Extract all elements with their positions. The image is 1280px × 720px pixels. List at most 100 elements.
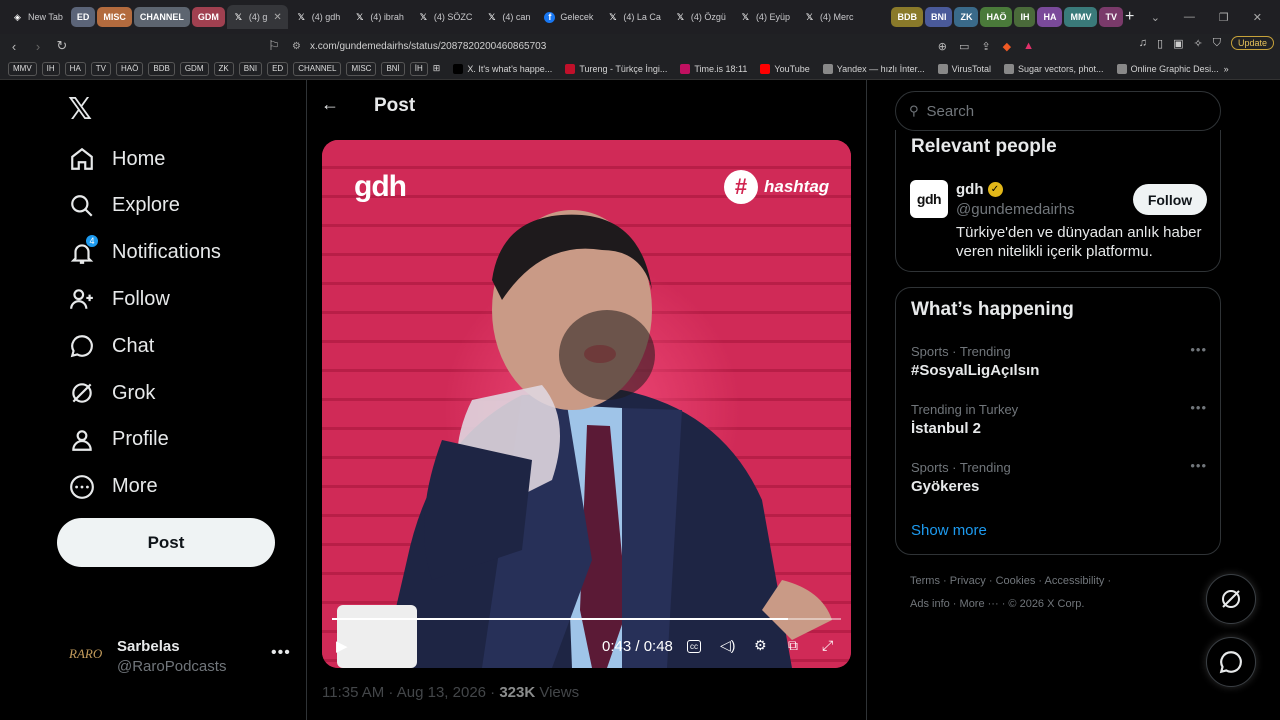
video-progress-bar[interactable] — [332, 618, 841, 620]
bookmark-item[interactable]: Online Graphic Desi... — [1116, 63, 1219, 74]
apps-grid-icon[interactable]: ⊞ — [433, 63, 441, 74]
restore-icon[interactable]: ❐ — [1219, 11, 1229, 24]
forward-nav-icon[interactable]: › — [28, 39, 48, 54]
footer-link[interactable]: Ads info — [910, 598, 950, 610]
browser-tab[interactable]: 𝕏 (4) SÖZC — [412, 5, 479, 29]
sidebar-icon[interactable]: ▯ — [1157, 37, 1163, 50]
bookmark-folder[interactable]: ZK — [213, 61, 234, 76]
pip-icon[interactable]: ⧉ — [788, 637, 798, 654]
sidebar-item-profile[interactable]: Profile — [69, 420, 169, 460]
video-player[interactable]: gdh # hashtag ▶ 0:43 / 0:48 cc ◁) ⚙ ⧉ ⤢ — [322, 140, 851, 668]
footer-link[interactable]: Accessibility — [1045, 575, 1105, 587]
x-logo-icon[interactable]: 𝕏 — [68, 92, 92, 127]
bookmark-folder[interactable]: CHANNEL — [293, 61, 342, 76]
relevant-name-row[interactable]: gdh ✓ — [956, 181, 1003, 198]
tab-group-right-6[interactable]: MMV — [1064, 7, 1098, 27]
tab-close-icon[interactable]: ✕ — [273, 12, 281, 23]
sidebar-item-more[interactable]: More — [69, 467, 158, 507]
vpn-icon[interactable]: ⛉ — [1213, 37, 1221, 50]
bookmark-item[interactable]: Yandex — hızlı İnter... — [822, 63, 925, 74]
settings-icon[interactable]: ⚙ — [754, 637, 767, 654]
cast-icon[interactable]: ▭ — [959, 40, 969, 53]
footer-link[interactable]: More ··· — [960, 598, 999, 610]
browser-tab[interactable]: 𝕏 (4) can — [480, 5, 536, 29]
media-icon[interactable]: ♫ — [1139, 37, 1147, 49]
back-nav-icon[interactable]: ‹ — [4, 39, 24, 54]
tab-group-1[interactable]: ED — [70, 7, 96, 27]
browser-tab[interactable]: 𝕏 (4) ibrah — [348, 5, 410, 29]
bookmark-folder[interactable]: HA — [64, 61, 86, 76]
tab-group-2[interactable]: MISC — [97, 7, 132, 27]
captions-icon[interactable]: cc — [687, 640, 701, 653]
footer-link[interactable]: Cookies — [996, 575, 1036, 587]
trend-item[interactable]: Trending in Turkey İstanbul 2 ••• — [911, 400, 1211, 437]
footer-link[interactable]: © 2026 X Corp. — [1008, 598, 1084, 610]
tab-group-right-3[interactable]: HAÖ — [980, 7, 1013, 27]
post-button[interactable]: Post — [57, 518, 275, 567]
reload-icon[interactable]: ↻ — [52, 38, 72, 54]
browser-tab[interactable]: 𝕏 (4) Merc — [798, 5, 860, 29]
grok-fab[interactable] — [1206, 574, 1256, 624]
bookmark-folder[interactable]: BDB — [148, 61, 175, 76]
footer-link[interactable]: Privacy — [950, 575, 986, 587]
play-icon[interactable]: ▶ — [336, 637, 348, 655]
back-arrow-icon[interactable]: ← — [321, 94, 339, 115]
bookmark-folder[interactable]: MMV — [8, 61, 37, 76]
bookmark-folder[interactable]: BNI — [238, 61, 263, 76]
browser-tab[interactable]: 𝕏 (4) gdh — [290, 5, 347, 29]
bookmark-item[interactable]: Sugar vectors, phot... — [1004, 63, 1104, 74]
leo-icon[interactable]: ✧ — [1194, 37, 1203, 50]
tab-group-3[interactable]: CHANNEL — [133, 7, 190, 27]
trend-more-icon[interactable]: ••• — [1190, 458, 1207, 473]
wallet-icon[interactable]: ▣ — [1173, 37, 1183, 50]
bookmark-folder[interactable]: MISC — [346, 61, 377, 76]
bookmark-folder[interactable]: İH — [409, 61, 428, 76]
sidebar-item-search[interactable]: Explore — [69, 186, 180, 226]
tab-group-4[interactable]: GDM — [191, 7, 225, 27]
account-switcher[interactable]: RARO Sarbelas @RaroPodcasts ••• — [69, 636, 291, 680]
trend-item[interactable]: Sports · Trending Gyökeres ••• — [911, 458, 1211, 495]
fullscreen-icon[interactable]: ⤢ — [822, 637, 833, 654]
bookmark-item[interactable]: YouTube — [760, 63, 810, 74]
chat-fab[interactable] — [1206, 637, 1256, 687]
bookmark-item[interactable]: X. It's what's happe... — [453, 63, 552, 74]
bookmark-item[interactable]: VirusTotal — [937, 63, 991, 74]
browser-tab[interactable]: f Gelecek — [538, 5, 599, 29]
tab-group-right-0[interactable]: BDB — [891, 7, 923, 27]
volume-icon[interactable]: ◁) — [720, 637, 735, 654]
browser-tab[interactable]: 𝕏 (4) Özgü — [669, 5, 732, 29]
follow-button[interactable]: Follow — [1133, 184, 1207, 215]
sidebar-item-grok[interactable]: Grok — [69, 373, 155, 413]
bookmark-folder[interactable]: HAÖ — [116, 61, 144, 76]
tab-group-right-1[interactable]: BNI — [924, 7, 953, 27]
tab-group-right-4[interactable]: IH — [1014, 7, 1036, 27]
tab-group-right-7[interactable]: TV — [1099, 7, 1123, 27]
tab-group-right-2[interactable]: ZK — [954, 7, 979, 27]
browser-tab[interactable]: 𝕏 (4) Eyüp — [734, 5, 796, 29]
site-info-icon[interactable]: ⚙ — [292, 41, 301, 52]
update-button[interactable]: Update — [1230, 36, 1274, 50]
bookmarks-overflow-icon[interactable]: » — [1224, 64, 1229, 74]
brave-shield-icon[interactable]: ◆ — [1003, 40, 1011, 53]
trend-item[interactable]: Sports · Trending #SosyalLigAçılsın ••• — [911, 342, 1211, 379]
tab-group-right-5[interactable]: HA — [1037, 7, 1063, 27]
bookmark-folder[interactable]: IH — [41, 61, 60, 76]
account-more-icon[interactable]: ••• — [271, 644, 291, 662]
minimize-icon[interactable]: — — [1184, 11, 1195, 23]
sidebar-item-chat[interactable]: Chat — [69, 326, 154, 366]
share-icon[interactable]: ⇪ — [981, 40, 990, 53]
browser-tab[interactable]: ◈ New Tab — [6, 5, 69, 29]
bookmark-folder[interactable]: TV — [90, 61, 112, 76]
bookmark-folder[interactable]: ED — [267, 61, 289, 76]
search-input[interactable]: ⚲ Search — [895, 91, 1221, 131]
bookmark-item[interactable]: Tureng - Türkçe İngi... — [565, 63, 667, 74]
show-more-link[interactable]: Show more — [911, 522, 987, 539]
sidebar-item-follow[interactable]: Follow — [69, 279, 170, 319]
footer-link[interactable]: Terms — [910, 575, 940, 587]
close-window-icon[interactable]: ✕ — [1253, 11, 1262, 24]
zoom-icon[interactable]: ⊕ — [938, 40, 947, 53]
bookmark-folder[interactable]: BNİ — [381, 61, 405, 76]
avatar[interactable]: gdh — [910, 180, 948, 218]
bookmark-item[interactable]: Time.is 18:11 — [680, 63, 747, 74]
bookmark-folder[interactable]: GDM — [179, 61, 209, 76]
